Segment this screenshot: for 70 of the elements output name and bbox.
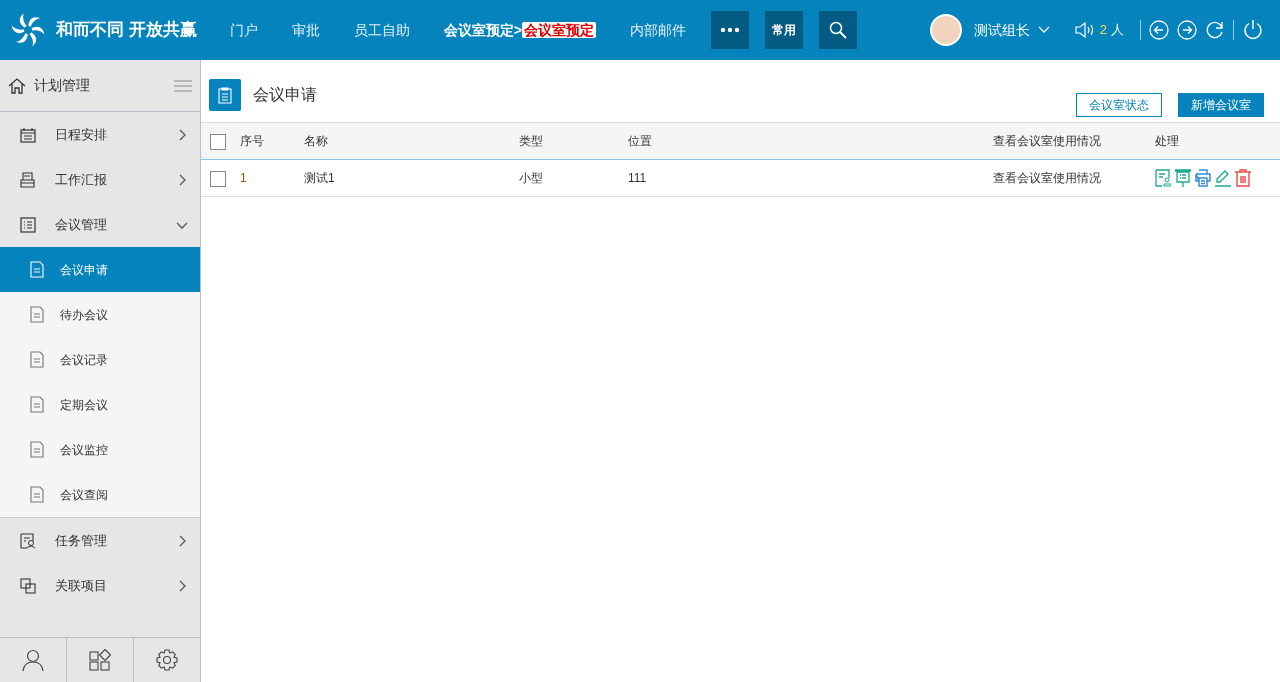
sidebar-subitem[interactable]: 会议申请	[0, 247, 200, 292]
sidebar-subitem[interactable]: 会议记录	[0, 337, 200, 382]
sidebar-item[interactable]: 任务管理	[0, 518, 200, 563]
nav-link[interactable]: 审批	[274, 19, 337, 41]
document-icon	[30, 441, 44, 458]
tray-icon	[20, 171, 36, 188]
sidebar-title: 计划管理	[34, 76, 90, 95]
nav-link[interactable]: 内部邮件	[612, 19, 703, 41]
list-icon	[20, 216, 36, 233]
search-button[interactable]	[818, 11, 857, 49]
calendar-icon	[20, 126, 36, 143]
sidebar-subitem[interactable]: 会议查阅	[0, 472, 200, 517]
document-person-icon	[20, 532, 36, 549]
user-name[interactable]: 测试组长	[973, 19, 1030, 41]
edit-icon[interactable]	[1215, 169, 1231, 187]
caret-icon[interactable]	[1037, 26, 1050, 34]
table-cell: 小型	[519, 171, 543, 185]
home-icon	[8, 76, 26, 95]
print-icon[interactable]	[1195, 169, 1211, 187]
nav-link[interactable]: 门户	[212, 19, 275, 41]
column-header: 序号	[239, 122, 303, 160]
settings-icon[interactable]	[156, 648, 178, 672]
room-status-button[interactable]: 会议室状态	[1076, 93, 1162, 117]
sidebar-item[interactable]: 工作汇报	[0, 157, 200, 202]
column-header: 位置	[627, 122, 992, 160]
sidebar-subitem[interactable]: 待办会议	[0, 292, 200, 337]
document-icon	[30, 486, 44, 503]
user-avatar[interactable]	[929, 14, 962, 46]
table-cell: 测试1	[304, 171, 335, 185]
sidebar-item[interactable]: 日程安排	[0, 112, 200, 157]
usage-link[interactable]: 查看会议室使用情况	[993, 171, 1101, 185]
forward-icon[interactable]	[1177, 20, 1197, 40]
sidebar-item[interactable]: 关联项目	[0, 563, 200, 608]
more-button[interactable]	[710, 11, 749, 49]
add-room-button[interactable]: 新增会议室	[1178, 93, 1264, 117]
checkbox[interactable]	[210, 133, 226, 150]
overlapping-squares-icon	[20, 577, 36, 594]
sidebar-subitem[interactable]: 定期会议	[0, 382, 200, 427]
apps-icon[interactable]	[89, 648, 111, 672]
column-header: 类型	[518, 122, 627, 160]
online-unit: 人	[1111, 21, 1124, 40]
page-title: 会议申请	[253, 85, 317, 105]
column-header: 查看会议室使用情况	[992, 122, 1154, 160]
column-header: 处理	[1154, 122, 1280, 160]
online-count: 2	[1099, 21, 1107, 40]
document-stamp-icon[interactable]	[1155, 169, 1171, 187]
clipboard-icon	[218, 86, 232, 104]
checkbox[interactable]	[210, 170, 226, 187]
presentation-board-icon[interactable]	[1175, 169, 1191, 187]
column-header: 名称	[303, 122, 518, 160]
nav-link[interactable]: 员工自助	[336, 19, 427, 41]
delete-icon[interactable]	[1235, 169, 1251, 187]
person-icon[interactable]	[22, 648, 44, 672]
more-icon	[719, 27, 740, 33]
back-icon[interactable]	[1149, 20, 1169, 40]
document-icon	[30, 351, 44, 368]
nav-link[interactable]: 会议室预定>会议室预定	[426, 19, 613, 41]
table-cell: 111	[628, 171, 647, 185]
refresh-icon[interactable]	[1205, 20, 1225, 40]
sidebar-item[interactable]: 会议管理	[0, 202, 200, 247]
document-icon	[30, 261, 44, 278]
document-icon	[30, 396, 44, 413]
power-icon[interactable]	[1242, 19, 1264, 41]
document-icon	[30, 306, 44, 323]
brand-title: 和而不同 开放共赢	[56, 19, 197, 42]
common-button[interactable]: 常用	[764, 11, 803, 49]
sidebar-subitem[interactable]: 会议监控	[0, 427, 200, 472]
speaker-icon[interactable]	[1073, 20, 1096, 40]
search-icon	[828, 21, 847, 39]
table-cell: 1	[240, 171, 247, 185]
